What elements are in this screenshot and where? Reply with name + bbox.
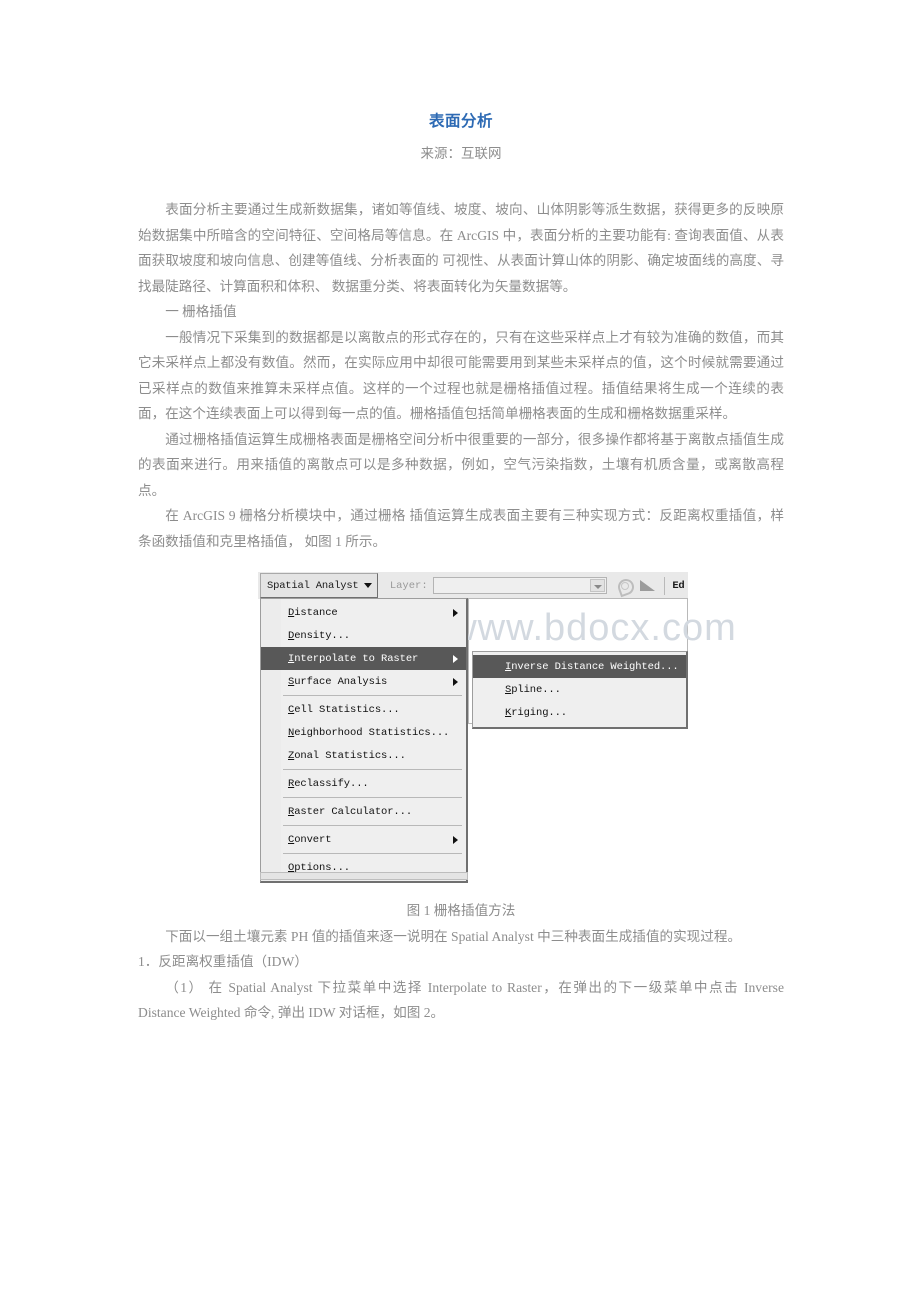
submenu-arrow-icon: [453, 608, 458, 617]
menu-item-label: Distance: [288, 606, 338, 619]
histogram-icon[interactable]: [616, 577, 634, 594]
caret-down-icon: [363, 583, 372, 588]
menu-item[interactable]: Surface Analysis: [261, 670, 466, 693]
menu-item[interactable]: Distance: [261, 601, 466, 624]
submenu-item[interactable]: Kriging...: [473, 701, 686, 724]
paragraph-raster-surface: 通过栅格插值运算生成栅格表面是栅格空间分析中很重要的一部分，很多操作都将基于离散…: [138, 431, 784, 498]
menu-item[interactable]: Reclassify...: [261, 772, 466, 795]
menu-item-label: Cell Statistics...: [288, 703, 400, 716]
menu-item[interactable]: Interpolate to Raster: [261, 647, 466, 670]
menu-item-label: Convert: [288, 833, 332, 846]
submenu-item-label: Kriging...: [505, 706, 568, 719]
submenu-arrow-icon: [453, 835, 458, 844]
menu-item-label: Interpolate to Raster: [288, 652, 419, 665]
menu-item-label: Density...: [288, 629, 351, 642]
paragraph-ph-example: 下面以一组土壤元素 PH 值的插值来逐一说明在 Spatial Analyst …: [165, 928, 742, 944]
submenu-item-label: Spline...: [505, 683, 561, 696]
menu-divider: [283, 853, 462, 854]
menu-divider: [283, 695, 462, 696]
paragraph-interpolation-overview: 一般情况下采集到的数据都是以离散点的形式存在的，只有在这些采样点上才有较为准确的…: [138, 329, 784, 422]
layer-select[interactable]: [432, 577, 608, 594]
hillshade-icon[interactable]: [639, 577, 657, 594]
editor-menu-button[interactable]: Ed: [672, 580, 688, 592]
paragraph-idw-step1: （1） 在 Spatial Analyst 下拉菜单中选择 Interpolat…: [138, 979, 784, 1021]
interpolate-to-raster-submenu[interactable]: Inverse Distance Weighted... Spline... Kri…: [472, 651, 688, 729]
menu-item-label: Reclassify...: [288, 777, 369, 790]
paragraph-arcgis9-methods: 在 ArcGIS 9 栅格分析模块中，通过栅格 插值运算生成表面主要有三种实现方…: [138, 508, 784, 549]
chevron-down-icon[interactable]: [590, 579, 606, 592]
menu-item[interactable]: Zonal Statistics...: [261, 744, 466, 767]
menu-item-label: Zonal Statistics...: [288, 749, 406, 762]
spatial-analyst-menu-label: Spatial Analyst: [267, 579, 359, 592]
paragraph-idw-heading: 1．反距离权重插值（IDW）: [138, 954, 308, 969]
menu-footer-bar: [260, 872, 468, 880]
menu-item-label: Surface Analysis: [288, 675, 388, 688]
menu-item[interactable]: Convert: [261, 828, 466, 851]
arcgis-screenshot: Spatial Analyst Layer: Ed www.bdocx.com: [258, 572, 736, 883]
document-source: 来源：互联网: [420, 146, 502, 161]
menu-item[interactable]: Neighborhood Statistics...: [261, 721, 466, 744]
layer-label: Layer:: [389, 579, 428, 592]
spatial-analyst-menu-button[interactable]: Spatial Analyst: [260, 573, 378, 598]
menu-divider: [283, 825, 462, 826]
paragraph-intro: 表面分析主要通过生成新数据集，诸如等值线、坡度、坡向、山体阴影等派生数据，获得更…: [138, 202, 784, 294]
toolbar-divider: [664, 576, 666, 595]
figure-caption: 图 1 栅格插值方法: [406, 903, 516, 918]
paragraph-section-heading: 一 栅格插值: [165, 304, 237, 319]
submenu-arrow-icon: [453, 654, 458, 663]
document-page: 表面分析 来源：互联网 表面分析主要通过生成新数据集，诸如等值线、坡度、坡向、山…: [0, 0, 920, 1302]
figure-arcgis-menu: Spatial Analyst Layer: Ed www.bdocx.com: [138, 568, 784, 898]
menu-item[interactable]: Raster Calculator...: [261, 800, 466, 823]
submenu-item[interactable]: Inverse Distance Weighted...: [473, 655, 686, 678]
menu-divider: [283, 797, 462, 798]
page-title: 表面分析: [428, 113, 493, 130]
menu-item-label: Raster Calculator...: [288, 805, 413, 818]
submenu-item-label: Inverse Distance Weighted...: [505, 660, 679, 673]
menu-divider: [283, 769, 462, 770]
submenu-arrow-icon: [453, 677, 458, 686]
spatial-analyst-dropdown-menu[interactable]: Distance Density... Interpolate to Raster S…: [260, 598, 468, 883]
menu-item[interactable]: Cell Statistics...: [261, 698, 466, 721]
spatial-analyst-toolbar: Spatial Analyst Layer: Ed: [258, 572, 688, 599]
menu-item[interactable]: Density...: [261, 624, 466, 647]
submenu-item[interactable]: Spline...: [473, 678, 686, 701]
document-content: 表面分析 来源：互联网 表面分析主要通过生成新数据集，诸如等值线、坡度、坡向、山…: [138, 0, 784, 1026]
menu-item-label: Neighborhood Statistics...: [288, 726, 450, 739]
